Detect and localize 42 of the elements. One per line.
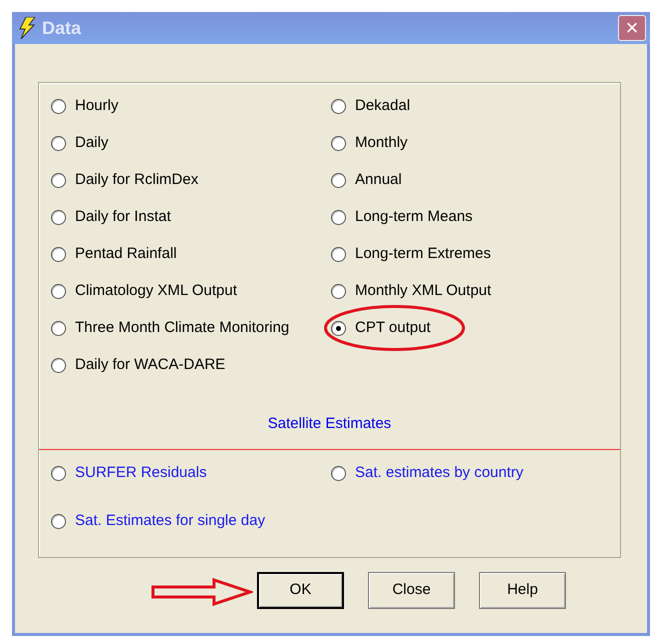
option-label: Daily for RclimDex [75, 170, 198, 190]
radio-option[interactable]: Annual [331, 169, 620, 192]
option-label: Long-term Means [355, 207, 473, 228]
dialog-button[interactable]: Help [479, 572, 566, 609]
option-label: Hourly [75, 96, 118, 116]
radio-option[interactable]: Daily [51, 132, 331, 155]
radio-option[interactable]: SURFER Residuals [51, 462, 331, 485]
window-title: Data [42, 16, 82, 40]
option-label: Three Month Climate Monitoring [75, 318, 290, 338]
radio-option[interactable]: Monthly XML Output [331, 280, 620, 303]
section-label: Satellite Estimates [266, 414, 392, 434]
radio-option[interactable]: CPT output [331, 317, 620, 340]
option-label: SURFER Residuals [75, 463, 207, 484]
dialog-button[interactable]: OK [257, 572, 344, 609]
radio-option[interactable]: Pentad Rainfall [51, 243, 331, 266]
option-label: Annual [355, 170, 402, 190]
close-button[interactable]: × [618, 15, 646, 41]
option-label: Climatology XML Output [75, 281, 238, 302]
radio-option[interactable]: Daily for WACA-DARE [51, 354, 331, 377]
option-label: Sat. Estimates for single day [75, 511, 266, 532]
option-label: Daily for WACA-DARE [75, 355, 226, 376]
radio-option[interactable]: Long-term Means [331, 206, 620, 229]
radio-option[interactable]: Climatology XML Output [51, 280, 331, 303]
radio-option[interactable]: Monthly [331, 132, 620, 155]
option-label: Long-term Extremes [355, 244, 491, 264]
option-label: Daily [75, 133, 108, 154]
radio-option[interactable]: Sat. Estimates for single day [51, 510, 331, 533]
option-label: Daily for Instat [75, 207, 171, 228]
radio-option[interactable]: Sat. estimates by country [331, 462, 620, 485]
radio-option[interactable]: Daily for RclimDex [51, 169, 331, 192]
dialog-button[interactable]: Close [368, 572, 455, 609]
option-label: CPT output [355, 318, 431, 338]
radio-option[interactable]: Dekadal [331, 95, 620, 118]
option-label: Pentad Rainfall [75, 244, 177, 264]
option-label: Sat. estimates by country [355, 463, 524, 484]
option-label: Monthly XML Output [355, 281, 492, 302]
radio-option[interactable]: Hourly [51, 95, 331, 118]
radio-option[interactable]: Three Month Climate Monitoring [51, 317, 331, 340]
radio-option[interactable]: Daily for Instat [51, 206, 331, 229]
radio-option[interactable]: Long-term Extremes [331, 243, 620, 266]
option-label: Dekadal [355, 96, 410, 116]
option-label: Monthly [355, 133, 408, 154]
